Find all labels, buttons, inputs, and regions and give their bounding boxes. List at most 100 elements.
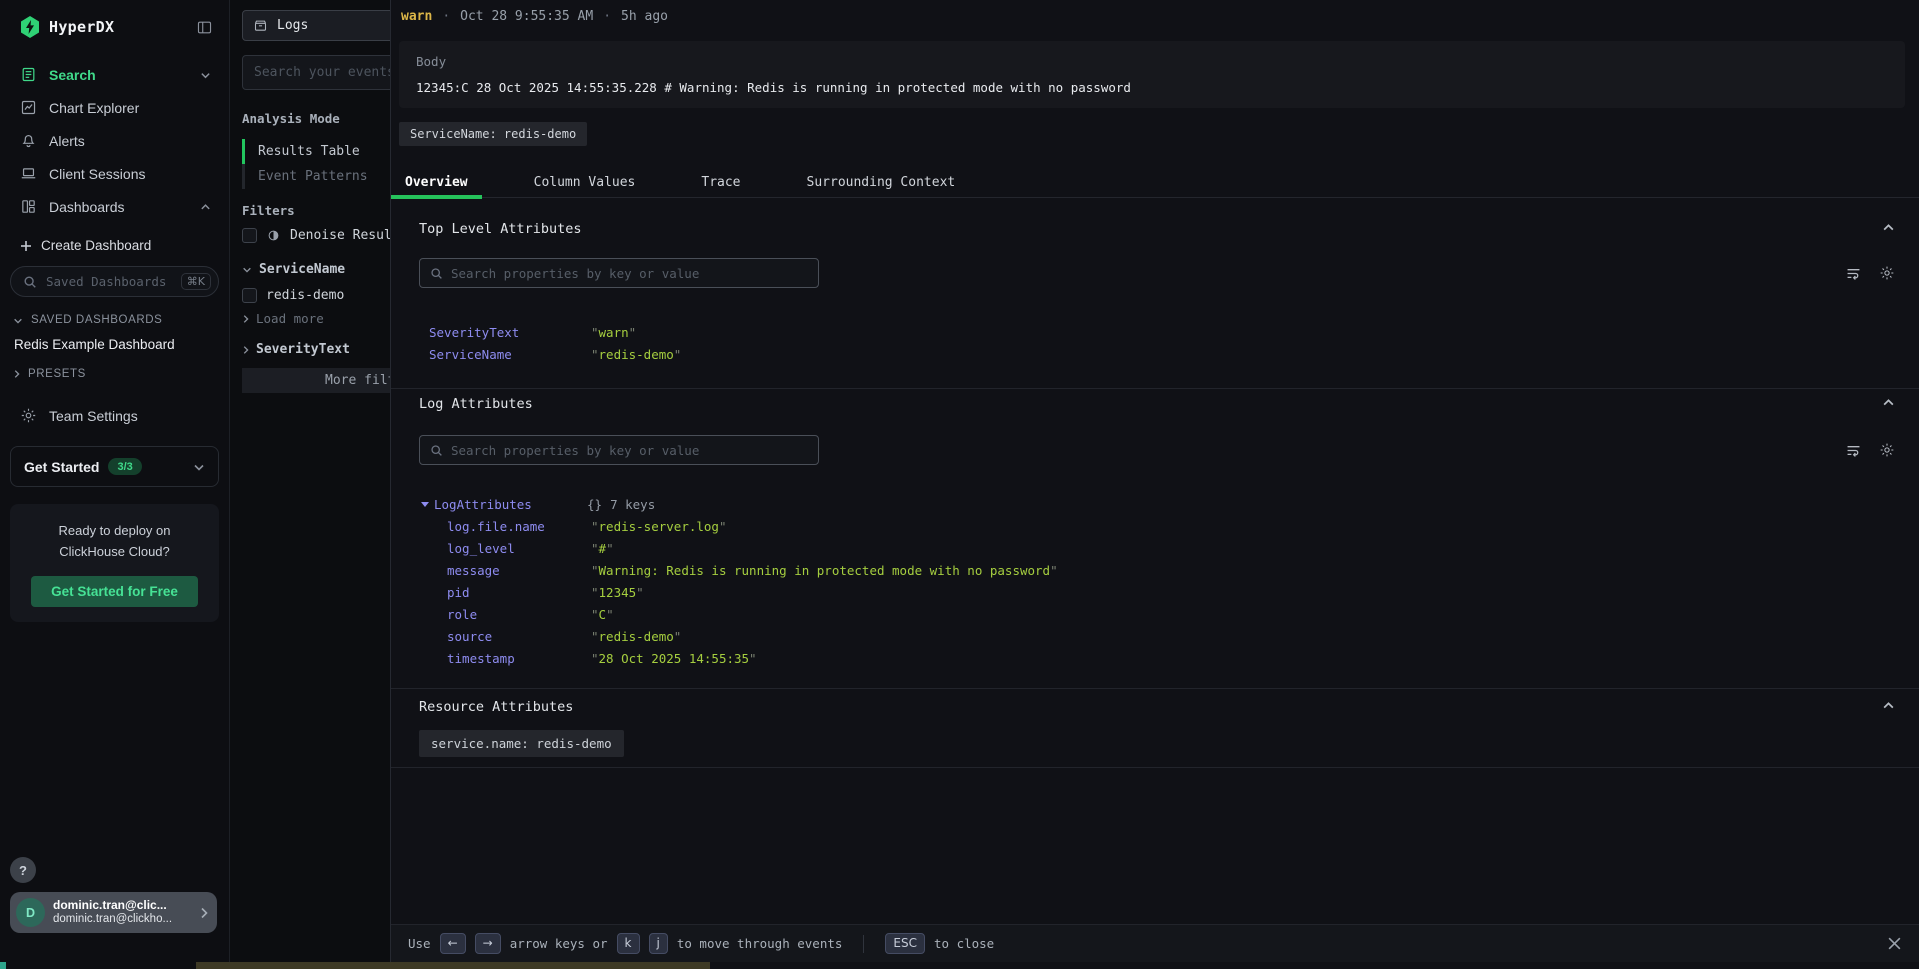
- section-divider: [391, 688, 1919, 689]
- create-dashboard-button[interactable]: Create Dashboard: [20, 238, 209, 253]
- log-attributes-root-row[interactable]: LogAttributes {} 7 keys: [421, 497, 655, 512]
- attr-row[interactable]: log.file.name redis-server.log: [447, 519, 726, 534]
- saved-dashboards-search[interactable]: Saved Dashboards ⌘K: [10, 266, 219, 297]
- collapse-section-icon[interactable]: [1882, 398, 1895, 407]
- mode-event-patterns[interactable]: Event Patterns: [242, 164, 368, 189]
- close-drawer-icon[interactable]: [1887, 936, 1902, 951]
- attr-row[interactable]: source redis-demo: [447, 629, 681, 644]
- wrap-lines-icon[interactable]: [1845, 265, 1862, 282]
- source-selector-label: Logs: [277, 18, 308, 33]
- denoise-icon: [266, 228, 281, 243]
- filter-group-servicename[interactable]: ServiceName: [242, 262, 345, 277]
- resource-service-name-chip[interactable]: service.name: redis-demo: [419, 730, 624, 757]
- attr-value: #: [591, 541, 614, 556]
- attr-row[interactable]: message Warning: Redis is running in pro…: [447, 563, 1058, 578]
- attr-key: pid: [447, 585, 591, 600]
- attr-row[interactable]: timestamp 28 Oct 2025 14:55:35: [447, 651, 757, 666]
- get-started-free-button[interactable]: Get Started for Free: [31, 576, 198, 607]
- redis-demo-checkbox[interactable]: [242, 288, 257, 303]
- analysis-mode-label: Analysis Mode: [242, 111, 340, 126]
- attr-row[interactable]: role C: [447, 607, 614, 622]
- source-selector[interactable]: Logs: [242, 10, 390, 41]
- wrap-lines-icon[interactable]: [1845, 442, 1862, 459]
- dashboard-grid-icon: [20, 198, 37, 215]
- denoise-results-toggle[interactable]: Denoise Results: [242, 228, 390, 243]
- logs-source-icon: [253, 18, 268, 33]
- search-results-icon: [20, 66, 37, 83]
- sidebar-collapse-icon[interactable]: [196, 19, 213, 36]
- sidebar-item-label: Dashboards: [49, 199, 125, 215]
- clickhouse-cloud-promo-card: Ready to deploy on ClickHouse Cloud? Get…: [10, 504, 219, 622]
- top-level-attr-search[interactable]: [419, 258, 819, 288]
- team-settings-button[interactable]: Team Settings: [20, 407, 209, 424]
- tab-overview[interactable]: Overview: [391, 168, 482, 197]
- event-detail-drawer: warn · Oct 28 9:55:35 AM · 5h ago Body 1…: [390, 0, 1919, 969]
- servicename-tag-chip[interactable]: ServiceName: redis-demo: [399, 122, 587, 146]
- more-filters-button[interactable]: More filters: [242, 368, 390, 393]
- log-toolbar: [1845, 442, 1895, 459]
- sidebar-nav: Search Chart Explorer Alerts Client Sess…: [0, 58, 229, 223]
- tab-column-values[interactable]: Column Values: [520, 168, 650, 197]
- search-icon: [23, 275, 37, 289]
- log-attr-search[interactable]: [419, 435, 819, 465]
- attr-value: redis-demo: [591, 629, 681, 644]
- collapse-section-icon[interactable]: [1882, 701, 1895, 710]
- attr-key: log.file.name: [447, 519, 591, 534]
- attr-row-servicename[interactable]: ServiceName redis-demo: [429, 347, 681, 362]
- attr-row[interactable]: log_level #: [447, 541, 614, 556]
- load-more-link[interactable]: Load more: [242, 311, 324, 326]
- mode-results-table[interactable]: Results Table: [242, 139, 368, 164]
- presets-group[interactable]: PRESETS: [13, 368, 209, 380]
- collapse-section-icon[interactable]: [1882, 223, 1895, 232]
- dashboard-link-redis-example[interactable]: Redis Example Dashboard: [14, 337, 209, 352]
- object-braces-icon: {}: [587, 497, 602, 512]
- expand-caret-icon: [421, 502, 429, 507]
- help-button[interactable]: ?: [10, 857, 36, 883]
- app-title: HyperDX: [49, 18, 114, 36]
- section-divider: [391, 388, 1919, 389]
- log-attr-search-input[interactable]: [451, 443, 808, 458]
- sidebar-item-client-sessions[interactable]: Client Sessions: [0, 157, 229, 190]
- chevron-right-icon: [13, 369, 20, 379]
- esc-key: ESC: [885, 933, 925, 954]
- settings-gear-icon[interactable]: [1879, 265, 1895, 282]
- sidebar-item-label: Search: [49, 67, 96, 83]
- attr-row-severitytext[interactable]: SeverityText warn: [429, 325, 636, 340]
- settings-gear-icon[interactable]: [1879, 442, 1895, 459]
- tab-surrounding-context[interactable]: Surrounding Context: [793, 168, 970, 197]
- sidebar-item-label: Alerts: [49, 133, 85, 149]
- j-key: j: [649, 933, 668, 954]
- attr-value: redis-server.log: [591, 519, 726, 534]
- filter-option-redis-demo[interactable]: redis-demo: [242, 288, 344, 303]
- sidebar-item-chart-explorer[interactable]: Chart Explorer: [0, 91, 229, 124]
- attr-value: Warning: Redis is running in protected m…: [591, 563, 1058, 578]
- sidebar-item-dashboards[interactable]: Dashboards: [0, 190, 229, 223]
- saved-dashboards-group[interactable]: SAVED DASHBOARDS: [13, 314, 209, 326]
- sidebar-item-alerts[interactable]: Alerts: [0, 124, 229, 157]
- attr-row[interactable]: pid 12345: [447, 585, 644, 600]
- attr-key: message: [447, 563, 591, 578]
- filter-group-severitytext[interactable]: SeverityText: [242, 342, 350, 357]
- chart-icon: [20, 99, 37, 116]
- footer-arrows-text: arrow keys or: [510, 936, 608, 951]
- denoise-checkbox[interactable]: [242, 228, 257, 243]
- attr-value: 12345: [591, 585, 644, 600]
- severity-badge: warn: [401, 9, 432, 24]
- object-key-count: 7 keys: [610, 497, 655, 512]
- tab-trace[interactable]: Trace: [687, 168, 754, 197]
- footer-move-text: to move through events: [677, 936, 843, 951]
- get-started-expander[interactable]: Get Started 3/3: [10, 446, 219, 487]
- denoise-label: Denoise Results: [290, 228, 390, 243]
- footer-close-text: to close: [934, 936, 994, 951]
- attr-key: LogAttributes: [434, 497, 587, 512]
- user-menu[interactable]: D dominic.tran@clic... dominic.tran@clic…: [10, 892, 217, 933]
- chevron-down-icon: [200, 71, 211, 79]
- separator-dot: ·: [603, 9, 611, 24]
- highlighted-row-strip: [196, 962, 710, 969]
- top-level-attr-search-input[interactable]: [451, 266, 808, 281]
- events-search-input[interactable]: Search your events...: [242, 55, 390, 90]
- create-dashboard-label: Create Dashboard: [41, 238, 151, 253]
- sidebar-item-search[interactable]: Search: [0, 58, 229, 91]
- chevron-down-icon: [193, 463, 205, 471]
- event-header: warn · Oct 28 9:55:35 AM · 5h ago: [401, 9, 668, 24]
